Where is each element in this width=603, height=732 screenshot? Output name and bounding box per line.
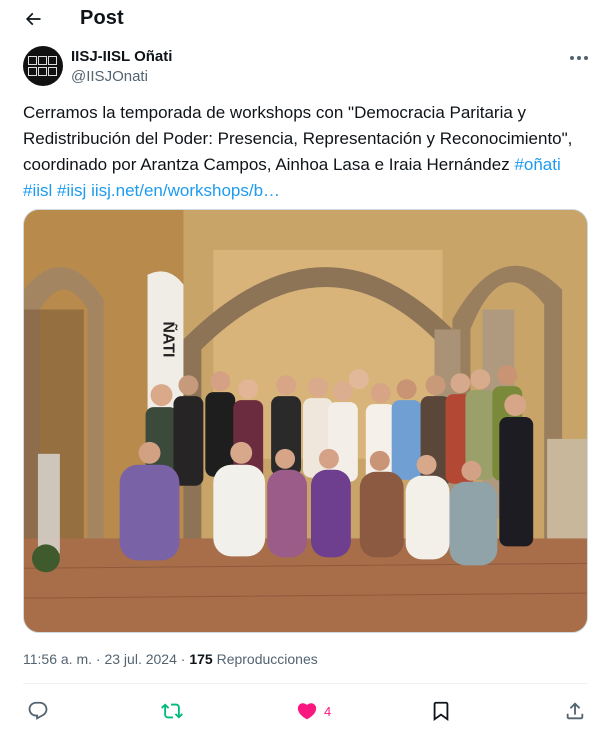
tweet-meta: 11:56 a. m. · 23 jul. 2024 · 175 Reprodu… [23, 651, 318, 667]
meta-separator: · [92, 651, 105, 667]
views-count: 175 [189, 651, 213, 667]
bookmark-button[interactable] [430, 697, 452, 725]
avatar[interactable] [23, 46, 63, 86]
tweet-date[interactable]: 23 jul. 2024 [104, 651, 176, 667]
tweet-photo[interactable]: ÑATI [23, 209, 588, 633]
back-button[interactable] [19, 6, 47, 32]
share-button[interactable] [564, 697, 586, 725]
hashtag-onati[interactable]: #oñati [514, 155, 560, 174]
share-icon [566, 702, 584, 720]
like-count: 4 [324, 703, 332, 719]
like-button[interactable]: 4 [296, 697, 331, 725]
reply-button[interactable] [27, 697, 49, 725]
author-name[interactable]: IISJ-IISL Oñati [71, 48, 172, 65]
tweet-body: Cerramos la temporada de workshops con "… [23, 103, 573, 174]
more-options-button[interactable] [566, 50, 592, 66]
group-photo: ÑATI [24, 210, 587, 632]
meta-separator-2: · [176, 651, 190, 667]
hashtag-iisl[interactable]: #iisl [23, 181, 52, 200]
banner-text: ÑATI [160, 321, 180, 357]
reply-icon [28, 701, 48, 720]
more-dots-icon [570, 56, 588, 60]
divider [23, 683, 588, 684]
tweet-link[interactable]: iisj.net/en/workshops/b… [91, 181, 280, 200]
iisj-logo-icon [28, 56, 58, 77]
arrow-left-icon [25, 12, 41, 26]
tweet-text: Cerramos la temporada de workshops con "… [23, 100, 588, 204]
bookmark-icon [433, 701, 449, 722]
heart-icon [297, 703, 317, 720]
repost-icon [161, 703, 183, 719]
author-handle[interactable]: @IISJOnati [71, 68, 148, 85]
hashtag-iisj[interactable]: #iisj [57, 181, 86, 200]
repost-button[interactable] [161, 697, 183, 725]
tweet-time[interactable]: 11:56 a. m. [23, 651, 92, 667]
top-bar: Post [0, 0, 603, 38]
views-label: Reproducciones [212, 651, 318, 667]
action-bar: 4 [0, 697, 603, 725]
page-title: Post [80, 7, 124, 29]
